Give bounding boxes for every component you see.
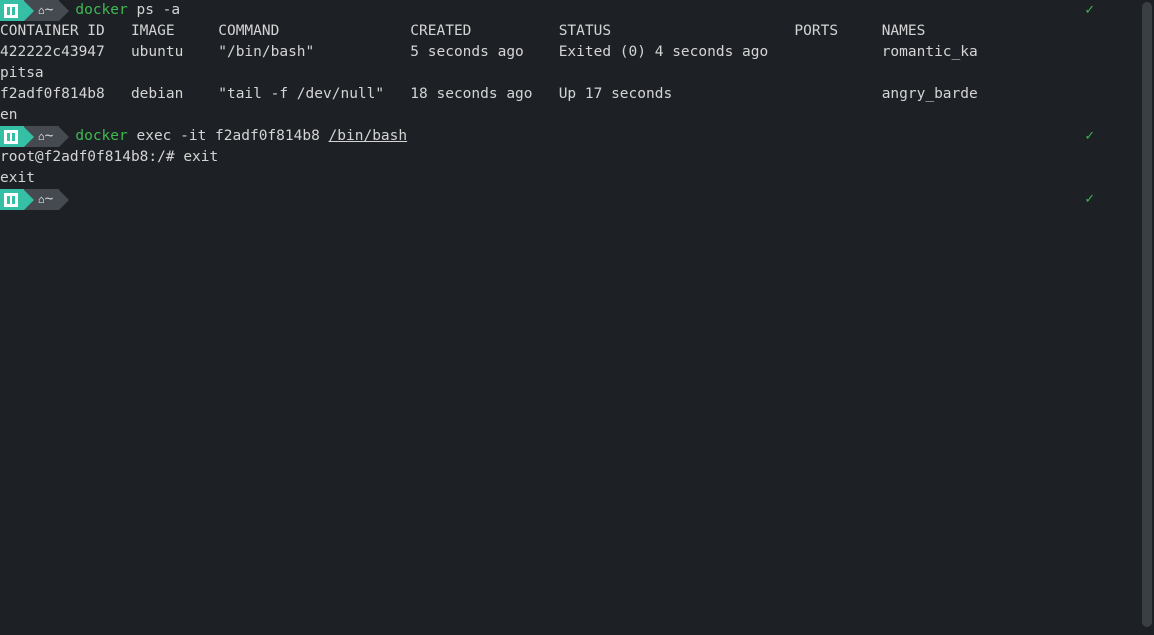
path-tilde: ~ [45, 126, 54, 147]
prompt-separator-icon [24, 1, 34, 21]
status-check-icon: ✓ [1085, 0, 1094, 21]
table-row-wrap: pitsa [0, 63, 1134, 84]
home-icon: ⌂ [38, 0, 45, 21]
table-row: 422222c43947 ubuntu "/bin/bash" 5 second… [0, 42, 1134, 63]
home-icon: ⌂ [38, 126, 45, 147]
prompt-line-2: ⌂ ~ docker exec -it f2adf0f814b8 /bin/ba… [0, 126, 1134, 147]
table-header-row: CONTAINER ID IMAGE COMMAND CREATED STATU… [0, 21, 1134, 42]
manjaro-logo-icon [0, 0, 24, 21]
status-check-icon: ✓ [1085, 189, 1094, 210]
prompt-separator-icon [24, 127, 34, 147]
command-text: docker ps -a [69, 0, 180, 21]
table-row: f2adf0f814b8 debian "tail -f /dev/null" … [0, 84, 1134, 105]
status-check-icon: ✓ [1085, 126, 1094, 147]
prompt-separator-icon [24, 190, 34, 210]
command-name: docker [75, 128, 127, 144]
path-tilde: ~ [45, 189, 54, 210]
command-text: docker exec -it f2adf0f814b8 /bin/bash [69, 126, 407, 147]
prompt-line-1: ⌂ ~ docker ps -a ✓ [0, 0, 1134, 21]
container-shell-output: exit [0, 168, 1134, 189]
scrollbar[interactable] [1142, 2, 1152, 627]
container-shell-output: root@f2adf0f814b8:/# exit [0, 147, 1134, 168]
command-path-arg: /bin/bash [329, 128, 408, 144]
path-tilde: ~ [45, 0, 54, 21]
prompt-separator-icon [59, 127, 69, 147]
command-name: docker [75, 2, 127, 18]
terminal-output[interactable]: ⌂ ~ docker ps -a ✓ CONTAINER ID IMAGE CO… [0, 0, 1134, 635]
table-row-wrap: en [0, 105, 1134, 126]
manjaro-logo-icon [0, 189, 24, 210]
command-args: exec -it f2adf0f814b8 [128, 128, 329, 144]
prompt-separator-icon [59, 1, 69, 21]
manjaro-logo-icon [0, 126, 24, 147]
home-icon: ⌂ [38, 189, 45, 210]
prompt-line-3[interactable]: ⌂ ~ ✓ [0, 189, 1134, 210]
prompt-separator-icon [59, 190, 69, 210]
command-args: ps -a [128, 2, 180, 18]
